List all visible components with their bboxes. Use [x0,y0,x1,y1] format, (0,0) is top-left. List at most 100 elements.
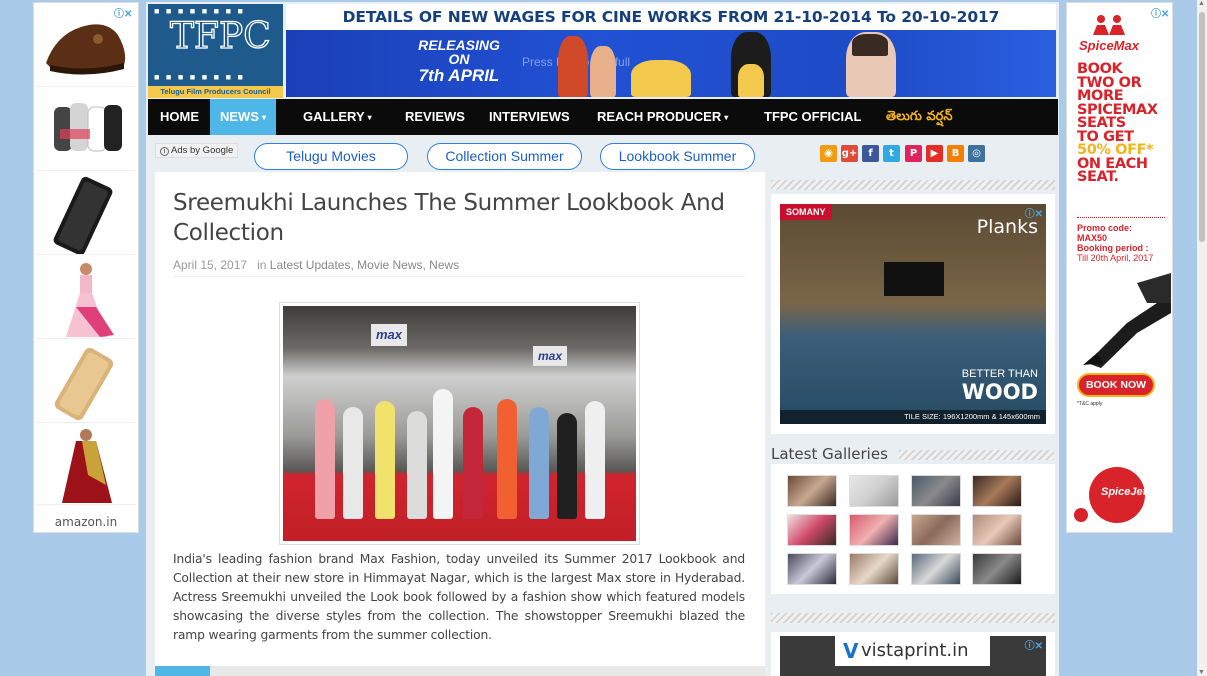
gallery-thumb[interactable] [972,514,1022,546]
scroll-down-arrow[interactable]: ▼ [1198,669,1205,676]
section-divider [771,613,1055,623]
divider [173,276,745,277]
spicemax-people-icon [1093,15,1125,35]
ad-tile-size: TILE SIZE: 196X1200mm & 145x600mm [780,410,1046,424]
ad-product-lehenga[interactable] [36,257,136,339]
gallery-grid [771,464,1055,594]
gallery-thumb[interactable] [787,475,837,507]
article: Sreemukhi Launches The Summer Lookbook A… [155,172,765,676]
ads-by-google[interactable]: i Ads by Google [155,143,239,158]
model-figure [407,411,427,519]
article-categories[interactable]: Latest Updates, Movie News, News [270,258,459,272]
nav-telugu-version[interactable]: తెలుగు వర్షన్ [876,99,963,135]
nav-interviews[interactable]: INTERVIEWS [479,99,580,135]
tfpc-logo[interactable]: ■ ■ ■ ■ ■ ■ ■ ■ TFPC ■ ■ ■ ■ ■ ■ ■ ■ Tel… [148,4,283,98]
wages-notice-link[interactable]: DETAILS OF NEW WAGES FOR CINE WORKS FROM… [286,4,1056,30]
ad-product-phone-case[interactable] [36,173,136,255]
active-tab[interactable] [155,666,210,676]
gallery-thumb[interactable] [972,475,1022,507]
gallery-thumb[interactable] [787,514,837,546]
ad-choices-icon[interactable]: ⓘ✕ [1151,5,1169,20]
model-figure [497,399,517,519]
model-figure [343,407,363,519]
chevron-down-icon: ▾ [724,113,729,122]
nav-tfpc-official[interactable]: TFPC OFFICIAL [754,99,872,135]
article-photo[interactable]: max max [279,302,640,545]
banner-figure [852,34,888,56]
logo-caption: Telugu Film Producers Council [148,86,283,98]
ad-link-telugu-movies[interactable]: Telugu Movies [254,143,408,170]
spicemax-ad[interactable]: ⓘ✕ SpiceMax BOOK TWO OR MORE SPICEMAX SE… [1066,2,1173,533]
site-container: ■ ■ ■ ■ ■ ■ ■ ■ TFPC ■ ■ ■ ■ ■ ■ ■ ■ Tel… [146,2,1059,676]
somany-ad[interactable]: SOMANY ⓘ✕ Planks BETTER THAN WOOD TILE S… [771,194,1055,434]
gallery-thumb[interactable] [787,553,837,585]
article-title[interactable]: Sreemukhi Launches The Summer Lookbook A… [173,188,748,248]
movie-release-banner[interactable]: RELEASING ON 7th APRIL Press Esc to exit… [286,30,1056,97]
scrollbar-thumb[interactable] [1199,12,1205,242]
blogger-icon[interactable]: B [947,145,964,162]
model-figure [529,407,549,519]
promo-info: Promo code: MAX50 Booking period : Till … [1077,223,1154,263]
book-now-button[interactable]: BOOK NOW [1077,373,1155,397]
nav-reviews[interactable]: REVIEWS [395,99,475,135]
model-figure [557,413,577,519]
amazon-brand-label: amazon.in [54,515,118,529]
ad-tagline-big: WOOD [961,380,1038,404]
spicemax-headline: BOOK TWO OR MORE SPICEMAX SEATS TO GET 5… [1077,61,1158,185]
chevron-down-icon: ▾ [367,113,372,122]
youtube-icon[interactable]: ▶ [926,145,943,162]
tc-note: *T&C apply [1077,401,1103,407]
vistaprint-ad[interactable]: Vvistaprint.in ⓘ✕ [771,632,1055,676]
model-figure [375,401,395,519]
somany-brand: SOMANY [780,204,832,220]
gallery-thumb[interactable] [849,514,899,546]
scroll-up-arrow[interactable]: ▲ [1198,0,1205,7]
banner-figure [738,64,764,97]
ad-product-socks[interactable] [36,89,136,171]
ad-link-lookbook-summer[interactable]: Lookbook Summer [600,143,755,170]
page-scrollbar[interactable]: ▲ ▼ [1197,0,1207,676]
ad-product-gold-case[interactable] [36,341,136,423]
nav-reach-producer[interactable]: REACH PRODUCER ▾ [587,99,738,135]
meta-in-label: in [257,258,267,272]
ad-tagline: BETTER THAN [961,368,1038,380]
max-store-sign: max [371,324,407,346]
ad-model-image [1083,273,1171,368]
svg-text:SpiceJet: SpiceJet [1101,486,1148,498]
ad-product-shoe[interactable] [36,5,136,87]
section-divider [771,180,1055,190]
gallery-thumb[interactable] [972,553,1022,585]
nav-news[interactable]: NEWS ▾ [210,99,277,135]
model-figure [585,401,605,519]
googleplus-icon[interactable]: g+ [841,145,858,162]
ad-product-saree[interactable] [36,425,136,505]
article-meta: April 15, 2017 in Latest Updates, Movie … [173,258,459,272]
spicejet-logo: SpiceJet [1074,467,1148,523]
gallery-thumb[interactable] [911,553,961,585]
gallery-thumb[interactable] [849,553,899,585]
main-navigation: HOME NEWS ▾ GALLERY ▾ REVIEWS INTERVIEWS R… [148,99,1058,135]
model-figure [315,399,335,519]
banner-title-art [631,60,691,97]
rss-icon[interactable]: ◉ [820,145,837,162]
nav-home[interactable]: HOME [150,99,209,135]
gallery-thumb[interactable] [911,475,961,507]
vistaprint-chevron-icon: V [843,639,859,663]
ad-product-name: Planks [976,216,1038,238]
instagram-icon[interactable]: ◎ [968,145,985,162]
article-tab-bar [155,666,765,676]
gallery-thumb[interactable] [911,514,961,546]
spicemax-logo: SpiceMax [1079,38,1139,53]
sidebar: SOMANY ⓘ✕ Planks BETTER THAN WOOD TILE S… [771,172,1056,676]
article-date: April 15, 2017 [173,258,248,272]
gallery-thumb[interactable] [849,475,899,507]
twitter-icon[interactable]: t [883,145,900,162]
release-text: RELEASING ON 7th APRIL [418,37,500,85]
nav-gallery[interactable]: GALLERY ▾ [293,99,382,135]
ad-tv-image [884,262,944,296]
ad-link-collection-summer[interactable]: Collection Summer [427,143,582,170]
amazon-ad[interactable]: ⓘ✕ amazon.in [33,2,139,533]
pinterest-icon[interactable]: P [905,145,922,162]
ad-choices-icon[interactable]: ⓘ✕ [1025,637,1043,652]
facebook-icon[interactable]: f [862,145,879,162]
